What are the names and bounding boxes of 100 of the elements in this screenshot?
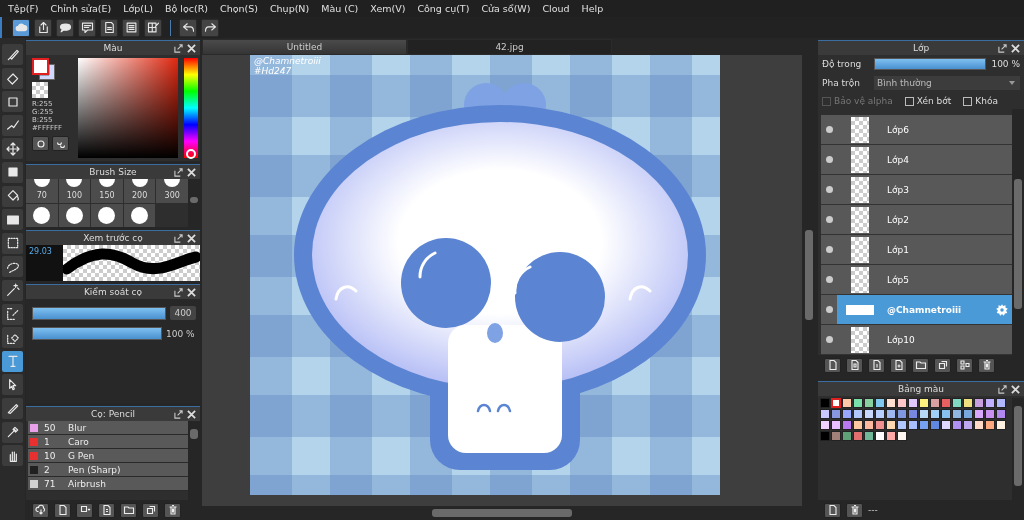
visibility-dot[interactable] <box>825 126 833 133</box>
palette-swatch[interactable] <box>985 409 995 419</box>
slider[interactable] <box>33 307 165 319</box>
new-palette-button[interactable] <box>824 502 841 518</box>
hue-slider-handle[interactable] <box>186 149 196 159</box>
palette-swatch[interactable] <box>864 431 874 441</box>
palette-swatch[interactable] <box>875 431 885 441</box>
palette-swatch[interactable] <box>831 431 841 441</box>
new-brush-button[interactable] <box>54 502 71 518</box>
palette-swatch[interactable] <box>985 398 995 408</box>
folder-button[interactable] <box>120 502 137 518</box>
new-layer-button[interactable] <box>824 357 841 373</box>
close-icon[interactable] <box>1011 384 1020 394</box>
close-icon[interactable] <box>187 287 196 297</box>
palette-swatch[interactable] <box>820 409 830 419</box>
brush-list-item[interactable]: 71 Airbrush <box>28 477 188 491</box>
popout-icon[interactable] <box>174 287 183 297</box>
palette-swatch[interactable] <box>853 420 863 430</box>
menu-item[interactable]: Bộ lọc(R) <box>158 3 214 14</box>
palette-swatch[interactable] <box>908 409 918 419</box>
menu-item[interactable]: Chỉnh sửa(E) <box>44 3 118 14</box>
opacity-slider[interactable] <box>875 59 985 69</box>
menu-item[interactable]: Lớp(L) <box>117 3 159 14</box>
tool-button[interactable] <box>2 44 23 65</box>
menu-item[interactable]: Cửa sổ(W) <box>475 3 537 14</box>
scrollbar[interactable] <box>1012 109 1024 355</box>
merge-layer-button[interactable] <box>956 357 973 373</box>
palette-swatch[interactable] <box>996 409 1006 419</box>
toolbar-button[interactable] <box>144 18 162 37</box>
palette-swatch[interactable] <box>919 409 929 419</box>
palette-swatch[interactable] <box>963 420 973 430</box>
palette-swatch[interactable] <box>930 409 940 419</box>
palette-swatch[interactable] <box>853 409 863 419</box>
palette-swatch[interactable] <box>908 398 918 408</box>
palette-swatch[interactable] <box>952 398 962 408</box>
toolbar-button[interactable] <box>56 18 74 37</box>
brush-size-preset[interactable] <box>58 204 91 227</box>
close-icon[interactable] <box>187 43 196 53</box>
toolbar-button[interactable] <box>201 18 219 37</box>
scrollbar[interactable] <box>188 179 200 227</box>
settings-icon[interactable] <box>995 302 1009 317</box>
brush-settings-button[interactable] <box>98 502 115 518</box>
toolbar-button[interactable] <box>100 18 118 37</box>
menu-item[interactable]: Xem(V) <box>364 3 412 14</box>
palette-swatch[interactable] <box>853 398 863 408</box>
add-brush-button[interactable] <box>76 502 93 518</box>
folder-button[interactable] <box>912 357 929 373</box>
palette-swatch[interactable] <box>831 420 841 430</box>
blend-mode-dropdown[interactable]: Bình thường <box>874 76 1020 90</box>
background-color-swatch[interactable] <box>39 64 55 80</box>
palette-swatch[interactable] <box>886 409 896 419</box>
menu-item[interactable]: Chọn(S) <box>214 3 264 14</box>
palette-swatch[interactable] <box>886 420 896 430</box>
layer-row[interactable]: Lớp3 <box>821 175 1012 205</box>
palette-swatch[interactable] <box>930 420 940 430</box>
new-8bit-layer-button[interactable] <box>846 357 863 373</box>
cloud-download-button[interactable] <box>32 502 49 518</box>
toolbar-button[interactable] <box>179 18 197 37</box>
popout-icon[interactable] <box>998 384 1007 394</box>
layer-row[interactable]: Lớp2 <box>821 205 1012 235</box>
palette-swatch[interactable] <box>820 420 830 430</box>
duplicate-button[interactable] <box>142 502 159 518</box>
palette-swatch[interactable] <box>974 409 984 419</box>
scrollbar[interactable] <box>1012 398 1024 500</box>
visibility-dot[interactable] <box>825 276 833 283</box>
palette-swatch[interactable] <box>985 420 995 430</box>
layer-row[interactable]: Lớp6 <box>821 115 1012 145</box>
tool-button[interactable] <box>2 279 23 301</box>
visibility-dot[interactable] <box>825 336 833 343</box>
tool-button[interactable] <box>2 138 23 160</box>
palette-swatch[interactable] <box>919 398 929 408</box>
palette-swatch[interactable] <box>842 398 852 408</box>
palette-swatch[interactable] <box>996 420 1006 430</box>
delete-button[interactable] <box>164 502 181 518</box>
tool-button[interactable] <box>2 421 23 443</box>
palette-swatch[interactable] <box>941 409 951 419</box>
tool-button[interactable] <box>2 374 23 396</box>
menu-item[interactable]: Help <box>575 3 610 14</box>
palette-swatch[interactable] <box>897 409 907 419</box>
menu-item[interactable]: Tệp(F) <box>2 3 45 14</box>
visibility-dot[interactable] <box>825 156 833 163</box>
palette-swatch[interactable] <box>996 398 1006 408</box>
palette-swatch[interactable] <box>853 431 863 441</box>
saturation-value-picker[interactable] <box>78 58 178 158</box>
palette-swatch[interactable] <box>952 420 962 430</box>
scrollbar[interactable] <box>188 421 200 500</box>
tool-button[interactable] <box>2 114 23 136</box>
palette-swatch[interactable] <box>974 420 984 430</box>
close-icon[interactable] <box>187 233 196 243</box>
visibility-dot[interactable] <box>825 246 833 253</box>
transparent-swatch[interactable] <box>32 82 48 98</box>
foreground-color-swatch[interactable] <box>32 58 49 75</box>
brush-size-preset[interactable] <box>123 204 156 227</box>
delete-button[interactable] <box>978 357 995 373</box>
palette-swatch[interactable] <box>875 409 885 419</box>
palette-swatch[interactable] <box>875 420 885 430</box>
brush-list-item[interactable]: 10 G Pen <box>28 449 188 463</box>
new-1bit-layer-button[interactable] <box>868 357 885 373</box>
tool-button[interactable] <box>2 161 23 183</box>
tool-button[interactable] <box>2 67 23 89</box>
